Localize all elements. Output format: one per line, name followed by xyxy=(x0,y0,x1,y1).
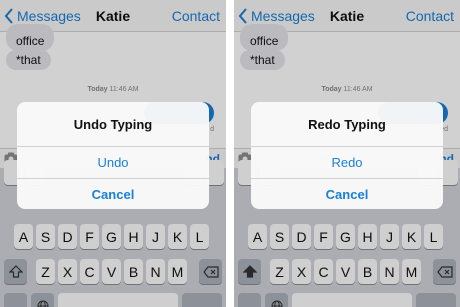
undo-button[interactable]: Undo xyxy=(17,146,209,177)
alert-title: Undo Typing xyxy=(73,116,153,132)
alert-title: Redo Typing xyxy=(308,116,386,132)
redo-typing-alert: Redo Typing Redo Cancel xyxy=(251,102,443,209)
cancel-button[interactable]: Cancel xyxy=(251,178,443,209)
screen-undo: Messages Katie Contact office *that Toda… xyxy=(0,0,226,307)
screen-redo: Messages Katie Contact office *that Toda… xyxy=(234,0,460,307)
cancel-button[interactable]: Cancel xyxy=(17,178,209,209)
redo-button[interactable]: Redo xyxy=(251,146,443,177)
undo-typing-alert: Undo Typing Undo Cancel xyxy=(17,102,209,209)
